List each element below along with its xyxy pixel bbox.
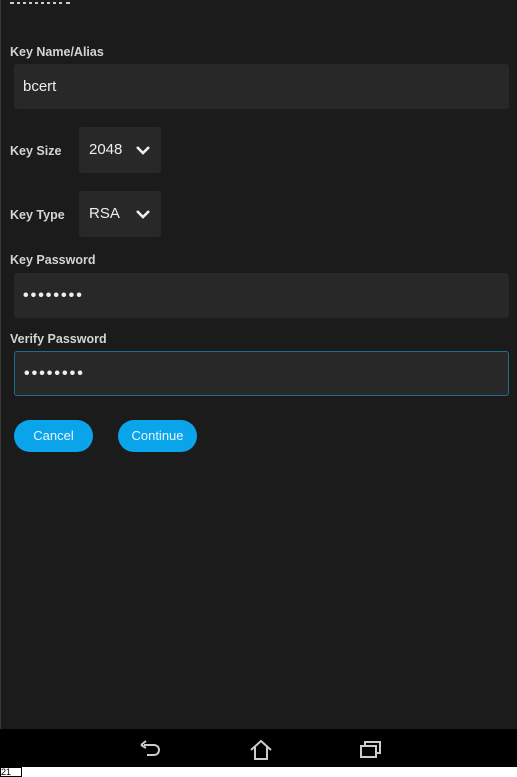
continue-button[interactable]: Continue: [118, 420, 197, 452]
cancel-button[interactable]: Cancel: [14, 420, 93, 452]
key-name-input[interactable]: bcert: [14, 64, 509, 109]
home-icon[interactable]: [249, 739, 273, 761]
page-title-clipped: [10, 0, 90, 4]
key-password-label: Key Password: [10, 253, 96, 267]
chevron-down-icon: [136, 210, 150, 219]
verify-password-input[interactable]: ••••••••: [14, 351, 509, 396]
key-type-select[interactable]: RSA: [79, 191, 161, 237]
key-password-input[interactable]: ••••••••: [14, 273, 509, 318]
clock-fragment: 21: [0, 767, 22, 777]
chevron-down-icon: [136, 146, 150, 155]
key-size-label: Key Size: [10, 144, 62, 158]
back-icon[interactable]: [139, 739, 163, 759]
key-size-value: 2048: [89, 141, 123, 158]
key-name-label: Key Name/Alias: [10, 45, 104, 59]
key-type-value: RSA: [89, 205, 120, 222]
system-nav-bar: [0, 729, 517, 767]
app-screen: Key Name/Alias bcert Key Size 2048 Key T…: [0, 0, 517, 729]
key-type-label: Key Type: [10, 208, 65, 222]
key-size-select[interactable]: 2048: [79, 127, 161, 173]
verify-password-label: Verify Password: [10, 332, 107, 346]
recent-apps-icon[interactable]: [359, 739, 383, 759]
